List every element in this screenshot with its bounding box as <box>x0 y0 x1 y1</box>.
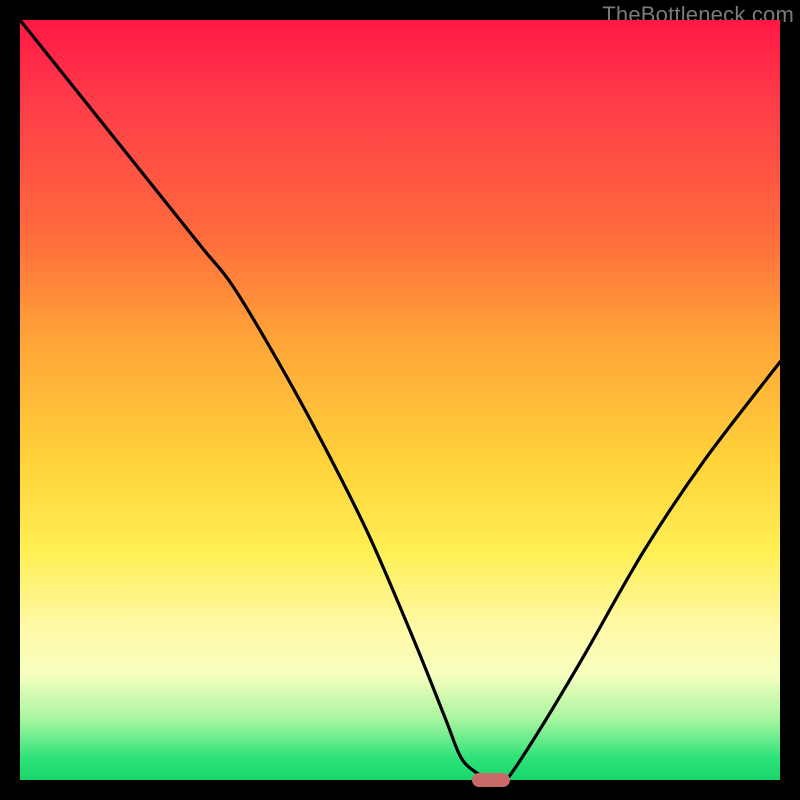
optimal-marker <box>472 773 510 787</box>
curve-path <box>20 20 780 783</box>
plot-area <box>20 20 780 780</box>
chart-frame: TheBottleneck.com <box>0 0 800 800</box>
bottleneck-curve <box>20 20 780 780</box>
